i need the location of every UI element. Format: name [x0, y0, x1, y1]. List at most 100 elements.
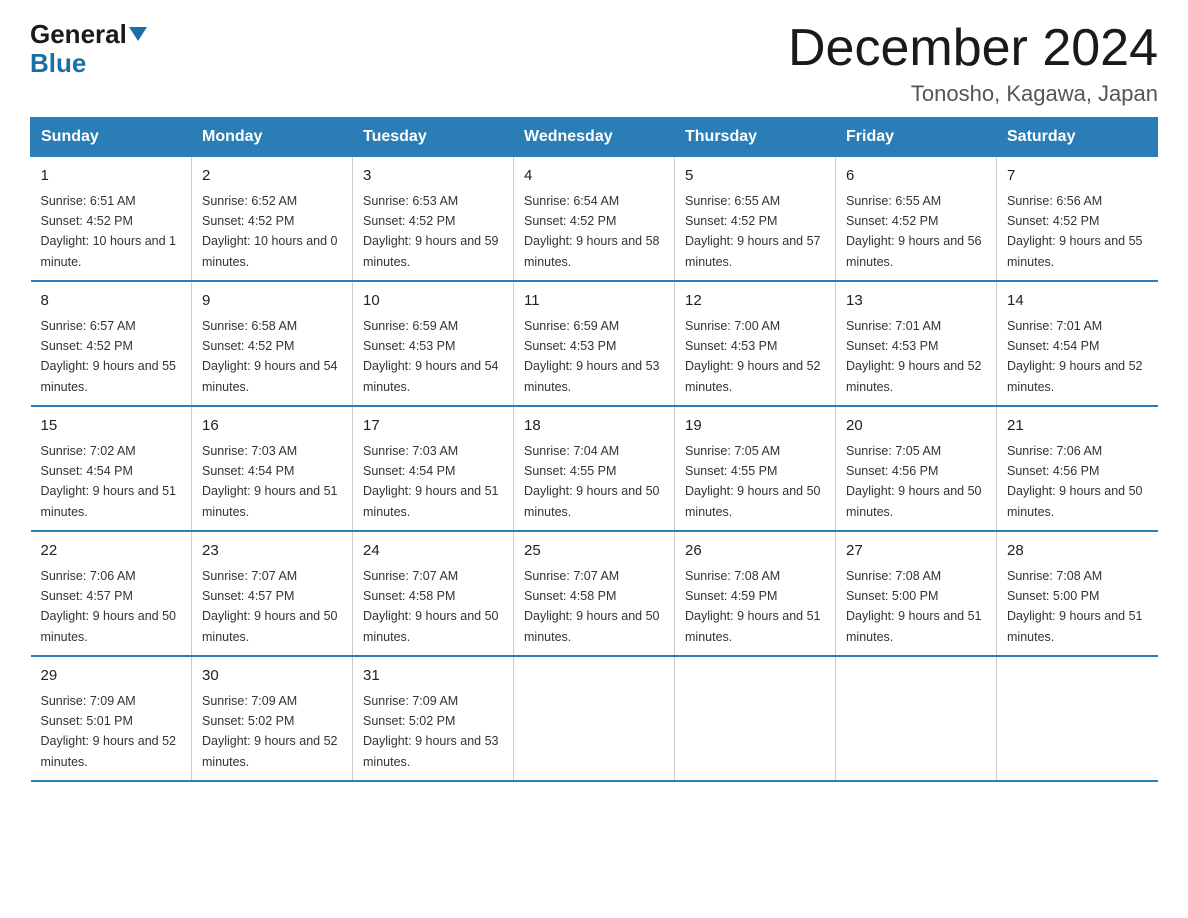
day-info: Sunrise: 7:09 AMSunset: 5:01 PMDaylight:… [41, 694, 177, 769]
weekday-header-friday: Friday [836, 118, 997, 157]
calendar-cell: 4 Sunrise: 6:54 AMSunset: 4:52 PMDaylight… [514, 157, 675, 282]
day-number: 22 [41, 540, 182, 563]
calendar-cell [836, 656, 997, 781]
page-header: General Blue December 2024 Tonosho, Kaga… [30, 20, 1158, 107]
weekday-header-saturday: Saturday [997, 118, 1158, 157]
day-number: 11 [524, 290, 664, 313]
calendar-table: SundayMondayTuesdayWednesdayThursdayFrid… [30, 117, 1158, 782]
day-number: 7 [1007, 165, 1148, 188]
day-info: Sunrise: 7:05 AMSunset: 4:56 PMDaylight:… [846, 444, 982, 519]
day-info: Sunrise: 6:59 AMSunset: 4:53 PMDaylight:… [363, 319, 499, 394]
day-number: 4 [524, 165, 664, 188]
calendar-cell: 7 Sunrise: 6:56 AMSunset: 4:52 PMDaylight… [997, 157, 1158, 282]
day-number: 3 [363, 165, 503, 188]
calendar-cell: 24 Sunrise: 7:07 AMSunset: 4:58 PMDayligh… [353, 531, 514, 656]
day-info: Sunrise: 7:02 AMSunset: 4:54 PMDaylight:… [41, 444, 177, 519]
calendar-cell: 6 Sunrise: 6:55 AMSunset: 4:52 PMDaylight… [836, 157, 997, 282]
day-number: 5 [685, 165, 825, 188]
day-info: Sunrise: 6:58 AMSunset: 4:52 PMDaylight:… [202, 319, 338, 394]
calendar-cell: 18Sunrise: 7:04 AMSunset: 4:55 PMDayligh… [514, 406, 675, 531]
day-number: 16 [202, 415, 342, 438]
weekday-header-thursday: Thursday [675, 118, 836, 157]
day-info: Sunrise: 7:04 AMSunset: 4:55 PMDaylight:… [524, 444, 660, 519]
day-number: 28 [1007, 540, 1148, 563]
calendar-cell: 9 Sunrise: 6:58 AMSunset: 4:52 PMDaylight… [192, 281, 353, 406]
day-info: Sunrise: 7:09 AMSunset: 5:02 PMDaylight:… [202, 694, 338, 769]
day-info: Sunrise: 7:06 AMSunset: 4:57 PMDaylight:… [41, 569, 177, 644]
calendar-cell [514, 656, 675, 781]
day-number: 30 [202, 665, 342, 688]
calendar-cell: 16 Sunrise: 7:03 AMSunset: 4:54 PMDayligh… [192, 406, 353, 531]
calendar-cell: 31 Sunrise: 7:09 AMSunset: 5:02 PMDayligh… [353, 656, 514, 781]
calendar-cell: 11Sunrise: 6:59 AMSunset: 4:53 PMDayligh… [514, 281, 675, 406]
calendar-cell: 17 Sunrise: 7:03 AMSunset: 4:54 PMDayligh… [353, 406, 514, 531]
calendar-cell: 1 Sunrise: 6:51 AMSunset: 4:52 PMDaylight… [31, 157, 192, 282]
weekday-header-tuesday: Tuesday [353, 118, 514, 157]
weekday-header-row: SundayMondayTuesdayWednesdayThursdayFrid… [31, 118, 1158, 157]
day-number: 26 [685, 540, 825, 563]
day-info: Sunrise: 7:01 AMSunset: 4:53 PMDaylight:… [846, 319, 982, 394]
day-number: 21 [1007, 415, 1148, 438]
month-title: December 2024 [788, 20, 1158, 77]
calendar-cell: 13 Sunrise: 7:01 AMSunset: 4:53 PMDayligh… [836, 281, 997, 406]
day-number: 17 [363, 415, 503, 438]
calendar-cell: 23 Sunrise: 7:07 AMSunset: 4:57 PMDayligh… [192, 531, 353, 656]
calendar-week-row: 1 Sunrise: 6:51 AMSunset: 4:52 PMDaylight… [31, 157, 1158, 282]
day-info: Sunrise: 7:06 AMSunset: 4:56 PMDaylight:… [1007, 444, 1143, 519]
day-info: Sunrise: 6:51 AMSunset: 4:52 PMDaylight:… [41, 194, 177, 269]
calendar-cell [675, 656, 836, 781]
day-number: 9 [202, 290, 342, 313]
day-number: 1 [41, 165, 182, 188]
weekday-header-monday: Monday [192, 118, 353, 157]
calendar-cell: 29 Sunrise: 7:09 AMSunset: 5:01 PMDayligh… [31, 656, 192, 781]
calendar-cell: 12 Sunrise: 7:00 AMSunset: 4:53 PMDayligh… [675, 281, 836, 406]
logo-blue: Blue [30, 48, 86, 78]
day-info: Sunrise: 7:08 AMSunset: 5:00 PMDaylight:… [1007, 569, 1143, 644]
day-number: 31 [363, 665, 503, 688]
title-block: December 2024 Tonosho, Kagawa, Japan [788, 20, 1158, 107]
day-number: 23 [202, 540, 342, 563]
day-info: Sunrise: 6:52 AMSunset: 4:52 PMDaylight:… [202, 194, 338, 269]
calendar-cell: 20Sunrise: 7:05 AMSunset: 4:56 PMDayligh… [836, 406, 997, 531]
calendar-cell: 10 Sunrise: 6:59 AMSunset: 4:53 PMDayligh… [353, 281, 514, 406]
day-info: Sunrise: 7:08 AMSunset: 5:00 PMDaylight:… [846, 569, 982, 644]
location: Tonosho, Kagawa, Japan [788, 81, 1158, 107]
day-number: 10 [363, 290, 503, 313]
calendar-week-row: 29 Sunrise: 7:09 AMSunset: 5:01 PMDayligh… [31, 656, 1158, 781]
day-info: Sunrise: 7:08 AMSunset: 4:59 PMDaylight:… [685, 569, 821, 644]
day-number: 24 [363, 540, 503, 563]
day-info: Sunrise: 7:07 AMSunset: 4:57 PMDaylight:… [202, 569, 338, 644]
calendar-cell: 15Sunrise: 7:02 AMSunset: 4:54 PMDayligh… [31, 406, 192, 531]
day-number: 19 [685, 415, 825, 438]
day-info: Sunrise: 7:03 AMSunset: 4:54 PMDaylight:… [363, 444, 499, 519]
day-number: 2 [202, 165, 342, 188]
day-info: Sunrise: 6:56 AMSunset: 4:52 PMDaylight:… [1007, 194, 1143, 269]
calendar-cell: 19Sunrise: 7:05 AMSunset: 4:55 PMDayligh… [675, 406, 836, 531]
calendar-cell: 3Sunrise: 6:53 AMSunset: 4:52 PMDaylight… [353, 157, 514, 282]
day-info: Sunrise: 7:03 AMSunset: 4:54 PMDaylight:… [202, 444, 338, 519]
day-info: Sunrise: 7:00 AMSunset: 4:53 PMDaylight:… [685, 319, 821, 394]
calendar-cell: 21 Sunrise: 7:06 AMSunset: 4:56 PMDayligh… [997, 406, 1158, 531]
day-number: 13 [846, 290, 986, 313]
day-info: Sunrise: 7:09 AMSunset: 5:02 PMDaylight:… [363, 694, 499, 769]
logo-general: General [30, 19, 127, 49]
logo: General Blue [30, 20, 147, 77]
day-number: 25 [524, 540, 664, 563]
calendar-cell: 5Sunrise: 6:55 AMSunset: 4:52 PMDaylight… [675, 157, 836, 282]
day-number: 29 [41, 665, 182, 688]
calendar-cell [997, 656, 1158, 781]
calendar-cell: 30 Sunrise: 7:09 AMSunset: 5:02 PMDayligh… [192, 656, 353, 781]
day-number: 12 [685, 290, 825, 313]
day-number: 14 [1007, 290, 1148, 313]
calendar-cell: 26 Sunrise: 7:08 AMSunset: 4:59 PMDayligh… [675, 531, 836, 656]
day-info: Sunrise: 7:07 AMSunset: 4:58 PMDaylight:… [363, 569, 499, 644]
calendar-week-row: 15Sunrise: 7:02 AMSunset: 4:54 PMDayligh… [31, 406, 1158, 531]
day-info: Sunrise: 6:54 AMSunset: 4:52 PMDaylight:… [524, 194, 660, 269]
weekday-header-sunday: Sunday [31, 118, 192, 157]
calendar-cell: 25Sunrise: 7:07 AMSunset: 4:58 PMDayligh… [514, 531, 675, 656]
day-info: Sunrise: 6:55 AMSunset: 4:52 PMDaylight:… [846, 194, 982, 269]
day-number: 6 [846, 165, 986, 188]
calendar-cell: 8Sunrise: 6:57 AMSunset: 4:52 PMDaylight… [31, 281, 192, 406]
calendar-cell: 27Sunrise: 7:08 AMSunset: 5:00 PMDayligh… [836, 531, 997, 656]
calendar-cell: 14Sunrise: 7:01 AMSunset: 4:54 PMDayligh… [997, 281, 1158, 406]
